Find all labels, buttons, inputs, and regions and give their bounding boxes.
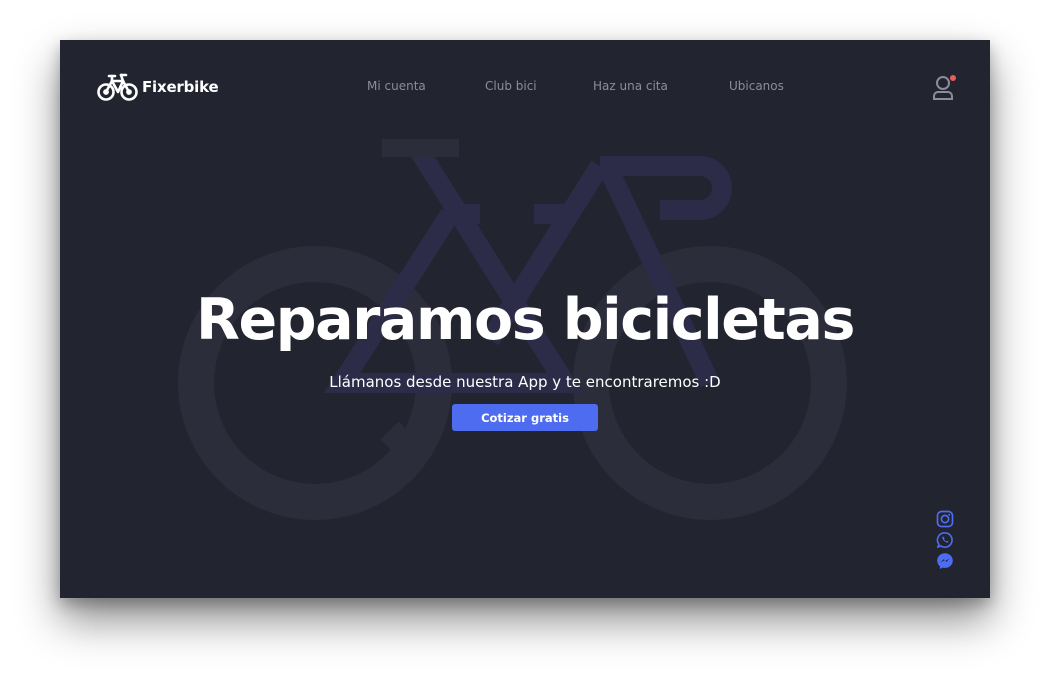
navbar: Fixerbike Mi cuenta Club bici Haz una ci… bbox=[60, 40, 990, 136]
instagram-link[interactable] bbox=[936, 510, 954, 528]
nav-link-ubicanos[interactable]: Ubicanos bbox=[729, 79, 784, 93]
messenger-icon bbox=[937, 553, 953, 569]
cotizar-gratis-button[interactable]: Cotizar gratis bbox=[452, 404, 598, 431]
messenger-link[interactable] bbox=[936, 552, 954, 570]
nav-link-haz-una-cita[interactable]: Haz una cita bbox=[593, 79, 668, 93]
page-backdrop: Fixerbike Mi cuenta Club bici Haz una ci… bbox=[0, 0, 1050, 678]
nav-link-mi-cuenta[interactable]: Mi cuenta bbox=[367, 79, 426, 93]
landing-page: Fixerbike Mi cuenta Club bici Haz una ci… bbox=[60, 40, 990, 598]
bicycle-icon bbox=[97, 73, 138, 101]
hero-subtitle: Llámanos desde nuestra App y te encontra… bbox=[329, 373, 721, 391]
hero-title: Reparamos bicicletas bbox=[195, 287, 855, 353]
nav-link-club-bici[interactable]: Club bici bbox=[485, 79, 537, 93]
brand-name: Fixerbike bbox=[142, 78, 219, 96]
notification-dot bbox=[950, 75, 956, 81]
whatsapp-icon bbox=[936, 532, 953, 548]
brand-logo-link[interactable]: Fixerbike bbox=[96, 70, 219, 104]
whatsapp-link[interactable] bbox=[936, 531, 954, 549]
instagram-icon bbox=[936, 510, 954, 528]
user-account-button[interactable] bbox=[932, 75, 956, 101]
